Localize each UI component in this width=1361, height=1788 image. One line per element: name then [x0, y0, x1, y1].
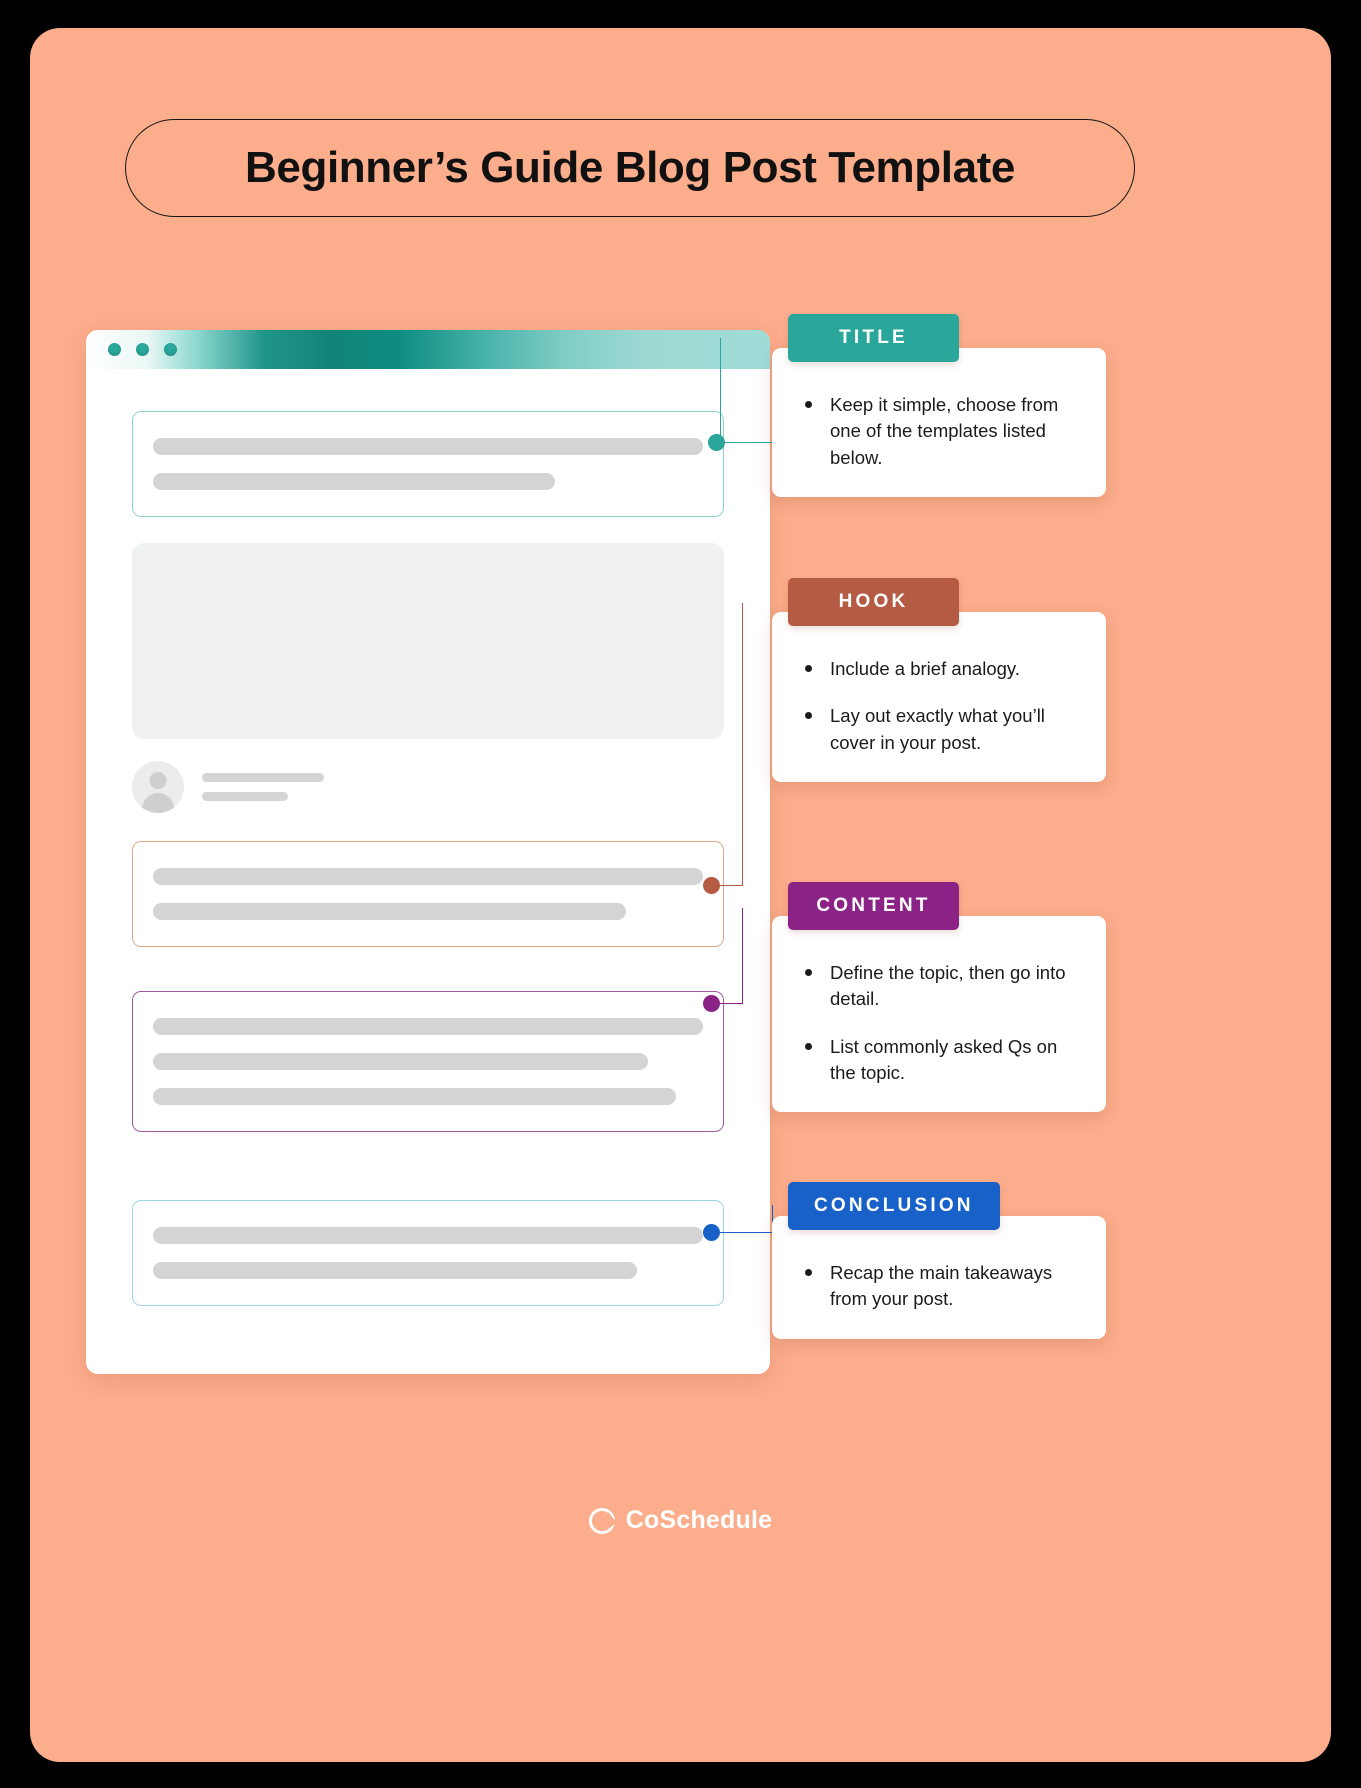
callout-bullet-list: Define the topic, then go into detail. L…: [796, 960, 1082, 1086]
mockup-content-section: [132, 991, 724, 1132]
skeleton-bar: [202, 792, 288, 801]
callout-card-conclusion: Recap the main takeaways from your post.: [772, 1216, 1106, 1339]
connector-dot-conclusion: [703, 1224, 720, 1241]
callout-label: HOOK: [838, 591, 909, 612]
connector-dot-title: [708, 434, 725, 451]
window-dot-icon-1: [108, 343, 121, 356]
skeleton-bar: [153, 1088, 676, 1105]
callout-bullet-list: Keep it simple, choose from one of the t…: [796, 392, 1082, 471]
connector-line-vertical: [742, 908, 744, 1004]
callout-bullet: Define the topic, then go into detail.: [796, 960, 1082, 1013]
callout-badge-content: CONTENT: [788, 882, 959, 930]
window-dot-icon-3: [164, 343, 177, 356]
mockup-window-bar: [86, 330, 770, 369]
connector-dot-content: [703, 995, 720, 1012]
infographic-page: Beginner’s Guide Blog Post Template TITL…: [0, 0, 1361, 1788]
skeleton-bar: [153, 868, 703, 885]
mockup-hook-section: [132, 841, 724, 947]
avatar-icon: [132, 761, 184, 813]
callout-bullet: Include a brief analogy.: [796, 656, 1082, 682]
callout-bullet-list: Include a brief analogy. Lay out exactly…: [796, 656, 1082, 756]
connector-line-horizontal: [720, 1003, 743, 1005]
skeleton-bar: [153, 473, 555, 490]
skeleton-bar: [153, 903, 626, 920]
salmon-canvas: Beginner’s Guide Blog Post Template TITL…: [30, 28, 1331, 1762]
callout-bullet: List commonly asked Qs on the topic.: [796, 1034, 1082, 1087]
window-dot-icon-2: [136, 343, 149, 356]
callout-card-content: Define the topic, then go into detail. L…: [772, 916, 1106, 1113]
connector-line-horizontal: [720, 885, 743, 887]
mockup-hero-image-placeholder: [132, 543, 724, 739]
page-title: Beginner’s Guide Blog Post Template: [245, 143, 1015, 192]
callout-bullet: Recap the main takeaways from your post.: [796, 1260, 1082, 1313]
callout-badge-hook: HOOK: [788, 578, 959, 626]
connector-line-vertical: [720, 338, 722, 443]
skeleton-bar: [153, 1053, 648, 1070]
page-title-pill: Beginner’s Guide Blog Post Template: [125, 119, 1135, 217]
mockup-author-row: [132, 761, 724, 813]
connector-line-horizontal: [720, 1232, 773, 1234]
callout-bullet: Lay out exactly what you’ll cover in you…: [796, 703, 1082, 756]
skeleton-bar: [153, 1262, 637, 1279]
callout-bullet: Keep it simple, choose from one of the t…: [796, 392, 1082, 471]
connector-line-vertical: [742, 603, 744, 886]
brand-name: CoSchedule: [625, 1506, 773, 1534]
footer-brand: CoSchedule: [30, 1506, 1331, 1535]
callout-card-hook: Include a brief analogy. Lay out exactly…: [772, 612, 1106, 782]
skeleton-bar: [153, 1227, 703, 1244]
callout-bullet-list: Recap the main takeaways from your post.: [796, 1260, 1082, 1313]
callout-badge-title: TITLE: [788, 314, 959, 362]
mockup-body: [86, 369, 770, 1306]
author-meta-lines: [202, 773, 324, 801]
callout-label: TITLE: [839, 327, 908, 348]
coschedule-logo-icon: [588, 1507, 615, 1534]
mockup-title-section: [132, 411, 724, 517]
blog-post-mockup: [86, 330, 770, 1374]
skeleton-bar: [202, 773, 324, 782]
callout-label: CONCLUSION: [814, 1195, 974, 1216]
callout-badge-conclusion: CONCLUSION: [788, 1182, 1000, 1230]
mockup-conclusion-section: [132, 1200, 724, 1306]
skeleton-bar: [153, 1018, 703, 1035]
connector-dot-hook: [703, 877, 720, 894]
skeleton-bar: [153, 438, 703, 455]
callout-card-title: Keep it simple, choose from one of the t…: [772, 348, 1106, 497]
callout-label: CONTENT: [816, 895, 931, 916]
